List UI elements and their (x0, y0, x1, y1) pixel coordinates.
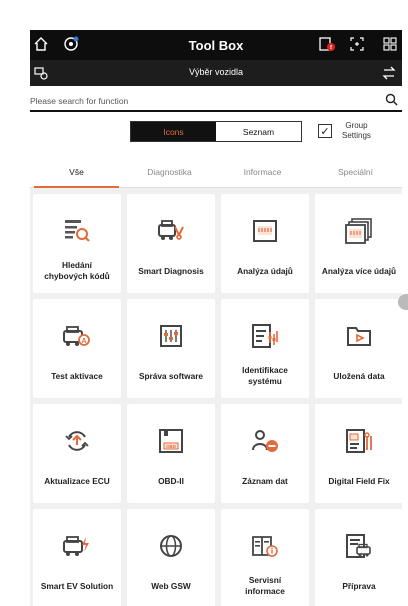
function-tile-web-gsw[interactable]: Web GSW (127, 509, 215, 606)
tile-label: Servisní informace (245, 575, 285, 596)
obd-ii-icon: OBD (158, 426, 184, 456)
saved-data-icon (345, 321, 373, 351)
function-tile-multi-data-analysis[interactable]: Analýza více údajů (315, 194, 403, 293)
smart-ev-solution-icon (62, 531, 92, 561)
tile-label: Správa software (138, 370, 204, 381)
function-tile-digital-field-fix[interactable]: Digital Field Fix (315, 404, 403, 503)
fullscreen-icon[interactable] (348, 35, 366, 53)
service-information-icon (251, 531, 279, 561)
home-icon[interactable] (32, 35, 50, 53)
tab-specialni[interactable]: Speciální (309, 156, 402, 187)
notification-icon[interactable] (318, 35, 336, 53)
data-analysis-icon (251, 216, 279, 246)
header-bar: Tool Box (30, 30, 402, 60)
tile-label: Digital Field Fix (328, 475, 390, 486)
function-grid: Hledání chybových kódů Smart Diagnosis A… (33, 194, 408, 606)
search-input[interactable] (30, 92, 370, 110)
tab-informace[interactable]: Informace (216, 156, 309, 187)
list-view-button[interactable]: Seznam (216, 122, 301, 141)
tile-label: Uložená data (333, 370, 385, 381)
tab-diagnostika[interactable]: Diagnostika (123, 156, 216, 187)
tile-label: Záznam dat (242, 475, 288, 486)
switch-vehicle-icon[interactable] (380, 64, 398, 82)
system-identification-icon (251, 321, 279, 351)
smart-diagnosis-icon (156, 216, 186, 246)
function-tile-smart-ev-solution[interactable]: Smart EV Solution (33, 509, 121, 606)
vehicle-selection-bar[interactable]: Výběr vozidla (30, 60, 402, 86)
function-tile-ecu-update[interactable]: Aktualizace ECU (33, 404, 121, 503)
function-tile-service-information[interactable]: Servisní informace (221, 509, 309, 606)
tile-label: Test aktivace (51, 370, 103, 381)
tile-label: Smart Diagnosis (138, 265, 204, 276)
function-tile-software-management[interactable]: Správa software (127, 299, 215, 398)
fault-code-search-icon (63, 216, 91, 246)
digital-field-fix-icon (345, 426, 373, 456)
function-tile-obd-ii[interactable]: OBD OBD-II (127, 404, 215, 503)
ecu-update-icon (64, 426, 90, 456)
floating-drawer-handle[interactable] (398, 294, 408, 310)
function-search (30, 90, 402, 112)
function-tile-system-identification[interactable]: Identifikace systému (221, 299, 309, 398)
function-tile-data-analysis[interactable]: Analýza údajů (221, 194, 309, 293)
page-title: Tool Box (188, 37, 244, 53)
group-settings: ✓ Group Settings (318, 121, 371, 141)
search-icon[interactable] (385, 93, 398, 111)
tile-label: Identifikace systému (242, 365, 288, 386)
tile-label: Analýza údajů (237, 265, 293, 276)
category-tabs: Vše Diagnostika Informace Speciální (30, 156, 402, 188)
group-settings-checkbox[interactable]: ✓ (318, 124, 332, 138)
tab-vse[interactable]: Vše (30, 156, 123, 188)
function-tile-data-recording[interactable]: Záznam dat (221, 404, 309, 503)
toolbox-screen: Tool Box Výběr vozidla Icons Seznam ✓ (0, 0, 408, 606)
tile-label: Web GSW (151, 580, 191, 591)
tile-label: OBD-II (158, 475, 184, 486)
function-tile-smart-diagnosis[interactable]: Smart Diagnosis (127, 194, 215, 293)
activation-test-icon: A (62, 321, 92, 351)
function-tile-preparation[interactable]: Příprava (315, 509, 403, 606)
preparation-icon (345, 531, 373, 561)
web-gsw-icon (158, 531, 184, 561)
icons-view-button[interactable]: Icons (131, 122, 216, 141)
tile-label: Hledání chybových kódů (44, 260, 110, 281)
multi-data-analysis-icon (345, 216, 373, 246)
apps-grid-icon[interactable] (381, 35, 399, 53)
svg-text:A: A (81, 338, 86, 345)
software-management-icon (158, 321, 184, 351)
function-tile-saved-data[interactable]: Uložená data (315, 299, 403, 398)
vci-connection-icon[interactable] (62, 35, 80, 53)
vehicle-selection-label: Výběr vozidla (188, 67, 244, 77)
function-tile-activation-test[interactable]: A Test aktivace (33, 299, 121, 398)
svg-text:OBD: OBD (166, 444, 177, 449)
tile-label: Příprava (342, 580, 376, 591)
group-settings-label: Group Settings (342, 121, 371, 140)
tile-label: Smart EV Solution (40, 580, 114, 591)
data-recording-icon (250, 426, 280, 456)
view-toggle: Icons Seznam (130, 121, 302, 142)
function-tile-fault-code-search[interactable]: Hledání chybových kódů (33, 194, 121, 293)
tile-label: Aktualizace ECU (44, 475, 110, 486)
tile-label: Analýza více údajů (321, 265, 397, 276)
